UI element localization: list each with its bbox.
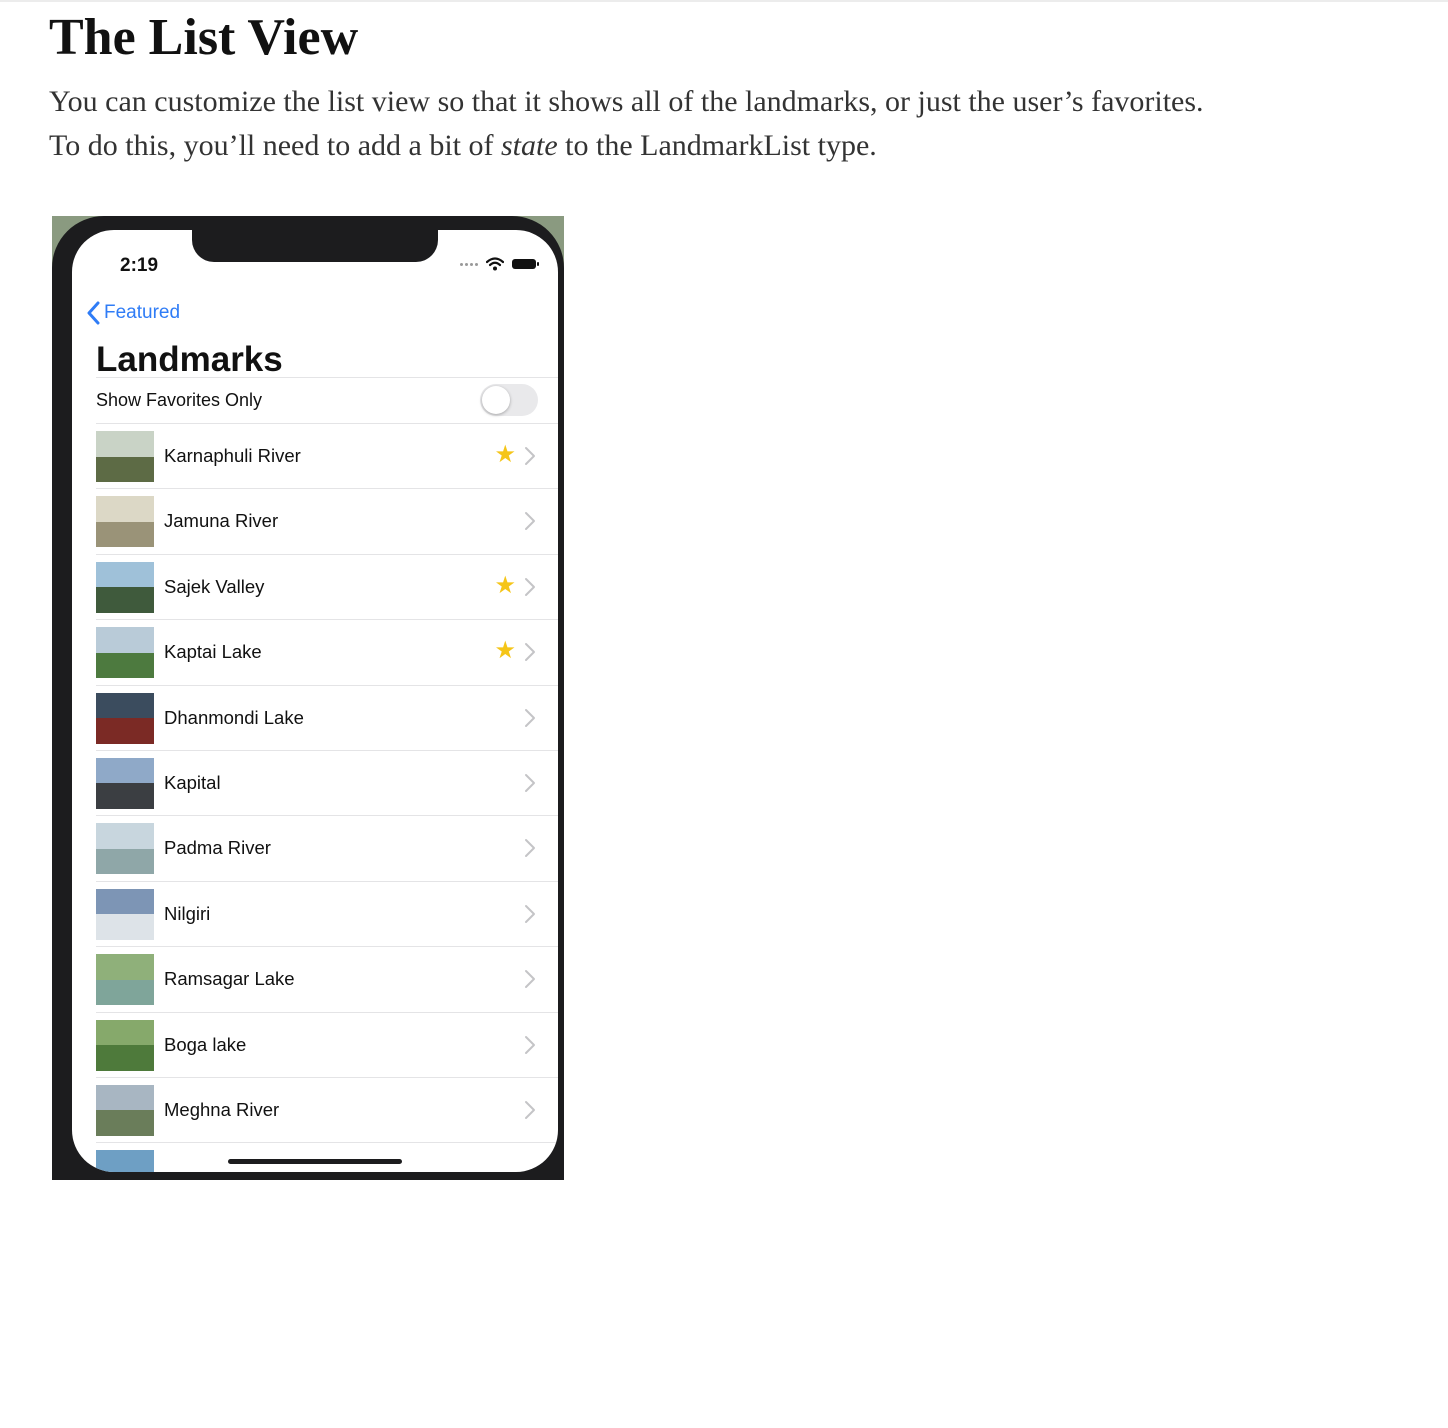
- landmark-row[interactable]: Karnaphuli River ★: [96, 424, 558, 490]
- landmark-name: Kapital: [164, 771, 221, 793]
- intro-line-1: You can customize the list view so that …: [49, 85, 1204, 118]
- landmark-thumbnail: [96, 954, 154, 1006]
- landmark-list: Karnaphuli River ★ Jamuna River Sajek Valle…: [96, 424, 558, 1172]
- status-icons: [460, 257, 539, 271]
- chevron-right-icon: [525, 1035, 535, 1054]
- landmark-name: Nilgiri: [164, 902, 211, 924]
- landmark-row[interactable]: Jamuna River: [96, 489, 558, 555]
- landmark-thumbnail: [96, 1084, 154, 1136]
- landmark-thumbnail: [96, 1150, 154, 1172]
- phone-frame: 2:19 Featured Landmarks Show Favorites O…: [52, 216, 564, 1180]
- favorite-star-icon: ★: [494, 571, 516, 599]
- chevron-right-icon: [525, 839, 535, 858]
- signal-dots-icon: [460, 262, 478, 266]
- landmark-name: Ramsagar Lake: [164, 968, 295, 990]
- landmark-name: Dhanmondi Lake: [164, 706, 304, 728]
- landmark-row[interactable]: Kaptai Lake ★: [96, 620, 558, 686]
- intro-line-2-start: To do this, you’ll need to add a bit of: [49, 129, 501, 162]
- landmark-row[interactable]: Kapital: [96, 751, 558, 817]
- nav-title: Landmarks: [96, 340, 283, 379]
- chevron-left-icon: [87, 301, 100, 325]
- landmark-row[interactable]: Dhanmondi Lake: [96, 686, 558, 751]
- back-button[interactable]: Featured: [86, 301, 180, 325]
- chevron-right-icon: [525, 708, 535, 727]
- landmark-thumbnail: [96, 823, 154, 875]
- chevron-right-icon: [525, 577, 535, 596]
- landmark-row[interactable]: Meghna River: [96, 1078, 558, 1144]
- intro-paragraph: You can customize the list view so that …: [49, 80, 1409, 168]
- landmark-row[interactable]: Sajek Valley ★: [96, 555, 558, 621]
- landmark-name: Meghna River: [164, 1098, 280, 1120]
- landmark-thumbnail: [96, 561, 154, 613]
- chevron-right-icon: [525, 1100, 535, 1119]
- landmark-thumbnail: [96, 757, 154, 809]
- landmark-row[interactable]: Nilgiri: [96, 882, 558, 948]
- favorites-toggle-row: Show Favorites Only: [96, 378, 558, 424]
- landmark-name: Sajek Valley: [164, 575, 265, 597]
- landmark-name: Jamuna River: [164, 510, 279, 532]
- toggle-label: Show Favorites Only: [96, 390, 263, 410]
- toggle-knob: [482, 386, 510, 414]
- notch: [192, 230, 438, 262]
- phone-screen: 2:19 Featured Landmarks Show Favorites O…: [72, 230, 558, 1172]
- favorites-toggle-switch[interactable]: [480, 384, 538, 416]
- intro-line-2-end: to the LandmarkList type.: [557, 129, 877, 162]
- landmark-row[interactable]: Ramsagar Lake: [96, 947, 558, 1013]
- chevron-right-icon: [525, 447, 535, 465]
- phone-screenshot: 2:19 Featured Landmarks Show Favorites O…: [52, 216, 564, 1180]
- landmark-row[interactable]: [96, 1143, 558, 1172]
- landmark-name: Karnaphuli River: [164, 445, 301, 466]
- landmark-thumbnail: [96, 888, 154, 940]
- landmark-thumbnail: [96, 431, 154, 482]
- landmark-name: Kaptai Lake: [164, 641, 262, 663]
- wifi-icon: [486, 257, 504, 271]
- state-emphasis: state: [501, 129, 558, 162]
- landmark-thumbnail: [96, 627, 154, 679]
- landmark-thumbnail: [96, 496, 154, 548]
- landmark-row[interactable]: Padma River: [96, 816, 558, 882]
- landmark-thumbnail: [96, 692, 154, 744]
- favorite-star-icon: ★: [494, 637, 516, 665]
- page-title: The List View: [49, 9, 359, 66]
- landmark-row[interactable]: Boga lake: [96, 1013, 558, 1078]
- battery-icon: [512, 259, 539, 269]
- status-time: 2:19: [120, 255, 159, 276]
- back-label: Featured: [104, 302, 181, 323]
- chevron-right-icon: [525, 970, 535, 989]
- landmark-thumbnail: [96, 1019, 154, 1071]
- landmark-name: Boga lake: [164, 1033, 247, 1055]
- top-divider: [0, 0, 1448, 2]
- chevron-right-icon: [525, 904, 535, 923]
- chevron-right-icon: [525, 773, 535, 792]
- home-indicator: [228, 1159, 402, 1164]
- favorite-star-icon: ★: [494, 441, 516, 468]
- chevron-right-icon: [525, 512, 535, 531]
- chevron-right-icon: [525, 643, 535, 662]
- landmark-name: Padma River: [164, 837, 271, 859]
